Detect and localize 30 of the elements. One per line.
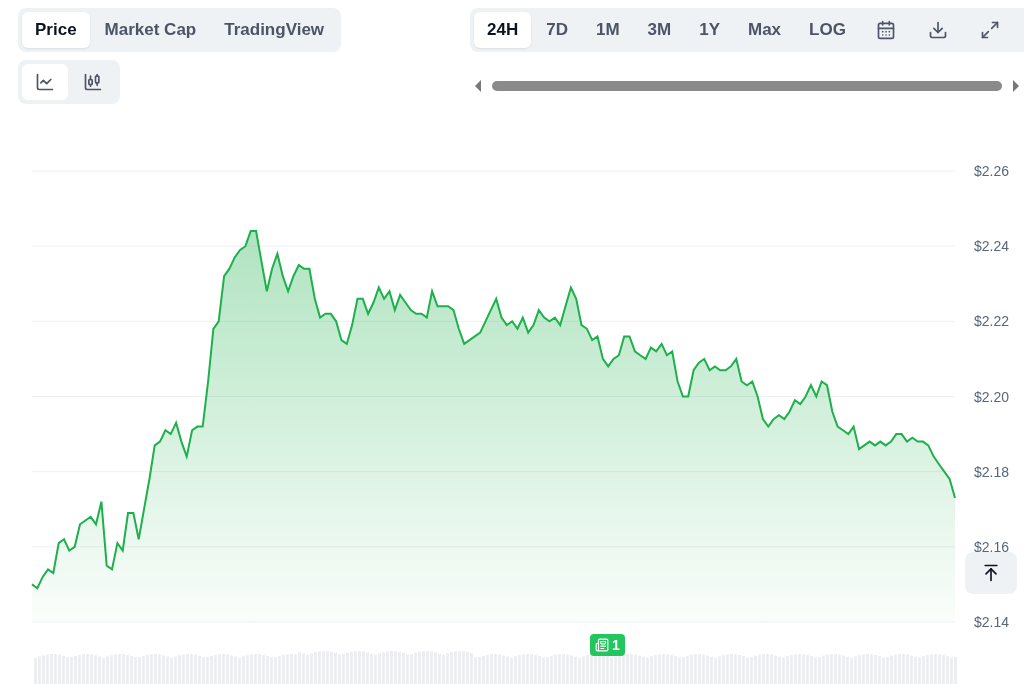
line-chart-icon: [35, 72, 55, 92]
range-tab[interactable]: Max: [734, 12, 795, 48]
range-tab[interactable]: 7D: [533, 12, 581, 48]
y-axis-label: $2.26: [974, 163, 1010, 179]
calendar-icon: [875, 20, 896, 40]
range-tab[interactable]: 3M: [634, 12, 685, 48]
y-axis-label: $2.14: [974, 614, 1010, 630]
scroll-left-icon[interactable]: [474, 80, 482, 92]
arrow-up-to-line-icon: [981, 563, 1001, 583]
newspaper-icon: [595, 638, 609, 652]
range-tab[interactable]: 24H: [474, 12, 532, 48]
scrollbar-thumb[interactable]: [492, 81, 1002, 91]
download-icon: [927, 20, 948, 40]
y-axis-label: $2.24: [974, 238, 1010, 255]
scroll-top-button[interactable]: [965, 552, 1017, 594]
range-tab[interactable]: LOG: [796, 12, 859, 48]
y-axis-label: $2.22: [974, 313, 1010, 330]
news-count: 1: [612, 637, 620, 653]
candlestick-chart-icon: [83, 72, 103, 92]
line-chart-button[interactable]: [22, 64, 68, 100]
y-axis-label: $2.16: [974, 538, 1010, 555]
data-tab[interactable]: Market Cap: [91, 12, 210, 48]
y-axis-label: $2.20: [974, 388, 1010, 405]
y-axis-label: $2.18: [974, 463, 1010, 480]
range-tab[interactable]: 1Y: [686, 12, 733, 48]
expand-icon: [979, 20, 1000, 40]
data-tab[interactable]: Price: [22, 12, 90, 48]
range-tab[interactable]: 1M: [582, 12, 633, 48]
data-tab[interactable]: TradingView: [211, 12, 338, 48]
scroll-right-icon[interactable]: [1012, 80, 1020, 92]
